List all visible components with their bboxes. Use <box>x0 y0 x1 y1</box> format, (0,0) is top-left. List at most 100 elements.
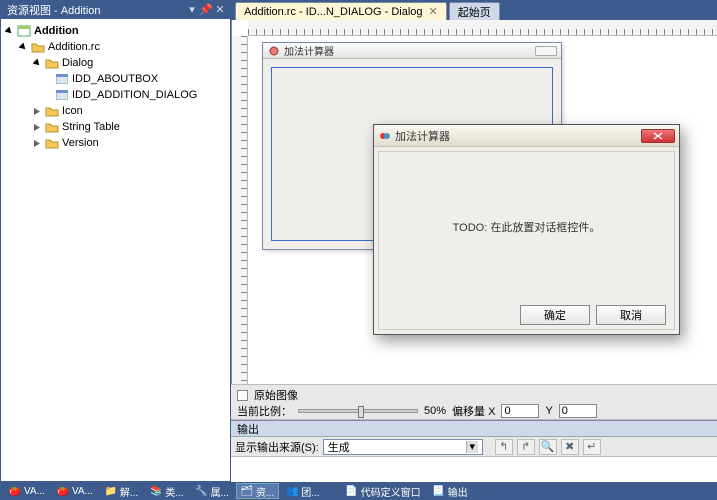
tree-twisty-icon[interactable] <box>31 121 43 133</box>
offset-x-input[interactable]: 0 <box>501 404 539 418</box>
output-source-label: 显示输出来源(S): <box>235 439 319 455</box>
chevron-down-icon[interactable]: ▾ <box>466 441 478 453</box>
tree-label: Addition.rc <box>48 41 100 53</box>
resource-view-panel: 资源视图 - Addition ▾ 📌 ✕ Addition Addition.… <box>0 0 231 482</box>
tree-twisty-icon[interactable] <box>31 57 43 69</box>
runtime-dialog-window[interactable]: 加法计算器 TODO: 在此放置对话框控件。 确定 取消 <box>373 124 680 335</box>
output-source-combobox[interactable]: 生成 ▾ <box>323 439 483 455</box>
output-prev-icon[interactable]: ↰ <box>495 439 513 455</box>
tree-label: IDD_ADDITION_DIALOG <box>72 89 197 101</box>
zoom-slider[interactable] <box>298 409 418 413</box>
close-button[interactable] <box>641 129 675 143</box>
original-image-checkbox[interactable] <box>237 390 248 401</box>
tab-label: 起始页 <box>458 4 491 20</box>
panel-close-icon[interactable]: ✕ <box>214 3 226 15</box>
output-clear-icon[interactable]: ✖ <box>561 439 579 455</box>
panel-pin-icon[interactable]: 📌 <box>200 3 212 15</box>
tree-root[interactable]: Addition <box>3 23 228 39</box>
tree-label: Dialog <box>62 57 93 69</box>
project-icon <box>17 25 31 37</box>
zoom-percent: 50% <box>424 405 446 417</box>
document-tab-strip: Addition.rc - ID...N_DIALOG - Dialog ✕ 起… <box>231 0 717 20</box>
va-icon: 🍅 <box>57 485 69 497</box>
runtime-dialog-titlebar[interactable]: 加法计算器 <box>374 125 679 147</box>
taskbar-item-resources[interactable]: 🗂资... <box>236 483 279 499</box>
output-next-icon[interactable]: ↱ <box>517 439 535 455</box>
tree-label: Addition <box>34 25 79 37</box>
code-icon: 📄 <box>346 485 358 497</box>
output-toolbar: 显示输出来源(S): 生成 ▾ ↰ ↱ 🔍 ✖ ↵ <box>231 437 717 457</box>
output-title: 输出 <box>237 421 259 437</box>
offset-y-label: Y <box>545 405 552 417</box>
tree-dialog-main[interactable]: IDD_ADDITION_DIALOG <box>3 87 228 103</box>
properties-icon: 🔧 <box>196 485 208 497</box>
offset-y-input[interactable]: 0 <box>559 404 597 418</box>
tree-twisty-icon[interactable] <box>31 105 43 117</box>
tree-twisty-icon[interactable] <box>3 25 15 37</box>
tree-twisty-icon[interactable] <box>17 41 29 53</box>
resource-view-title-bar: 资源视图 - Addition ▾ 📌 ✕ <box>1 1 230 19</box>
offset-label: 偏移量 X <box>452 403 495 419</box>
tree-dialog-about[interactable]: IDD_ABOUTBOX <box>3 71 228 87</box>
folder-icon <box>45 105 59 117</box>
resource-view-title: 资源视图 - Addition <box>7 2 101 18</box>
tree-rc[interactable]: Addition.rc <box>3 39 228 55</box>
folder-icon <box>45 137 59 149</box>
output-icon: 📃 <box>433 485 445 497</box>
panel-dropdown-icon[interactable]: ▾ <box>186 3 198 15</box>
tree-dialog-folder[interactable]: Dialog <box>3 55 228 71</box>
todo-placeholder-text: TODO: 在此放置对话框控件。 <box>379 152 674 301</box>
design-dialog-title: 加法计算器 <box>284 43 535 58</box>
tree-twisty-icon[interactable] <box>31 137 43 149</box>
tree-label: Version <box>62 137 99 149</box>
taskbar-item-code-def[interactable]: 📄代码定义窗口 <box>341 483 426 499</box>
va-icon: 🍅 <box>9 485 21 497</box>
original-image-label: 原始图像 <box>254 387 298 403</box>
output-header: 输出 <box>231 421 717 437</box>
vertical-ruler <box>232 36 248 384</box>
taskbar-item[interactable]: 🍅VA... <box>4 483 50 499</box>
min-button-icon <box>535 46 557 56</box>
dialog-icon <box>55 73 69 85</box>
tree-label: Icon <box>62 105 83 117</box>
taskbar-item[interactable]: 👥团... <box>281 483 324 499</box>
taskbar-item[interactable]: 📁解... <box>100 483 143 499</box>
runtime-dialog-title: 加法计算器 <box>395 128 641 144</box>
app-icon <box>267 45 281 57</box>
dialog-icon <box>55 89 69 101</box>
zoom-ratio-label: 当前比例： <box>237 403 292 419</box>
resources-icon: 🗂 <box>241 485 253 497</box>
tree-string-folder[interactable]: String Table <box>3 119 228 135</box>
taskbar-item-output[interactable]: 📃输出 <box>428 483 473 499</box>
zoom-status-bar: 原始图像 当前比例： 50% 偏移量 X 0 Y 0 <box>231 384 717 420</box>
tab-label: Addition.rc - ID...N_DIALOG - Dialog <box>244 6 423 18</box>
tree-version-folder[interactable]: Version <box>3 135 228 151</box>
design-dialog-titlebar: 加法计算器 <box>263 43 561 59</box>
zoom-slider-thumb[interactable] <box>358 406 364 418</box>
cancel-button[interactable]: 取消 <box>596 305 666 325</box>
output-panel: 输出 显示输出来源(S): 生成 ▾ ↰ ↱ 🔍 ✖ ↵ <box>231 420 717 482</box>
tab-close-icon[interactable]: ✕ <box>429 5 438 18</box>
tree-icon-folder[interactable]: Icon <box>3 103 228 119</box>
team-icon: 👥 <box>286 485 298 497</box>
class-icon: 📚 <box>150 485 162 497</box>
folder-icon <box>45 121 59 133</box>
bottom-tool-window-tabs: 🍅VA... 🍅VA... 📁解... 📚类... 🔧属... 🗂资... 👥团… <box>0 482 717 500</box>
ok-button[interactable]: 确定 <box>520 305 590 325</box>
output-text-area[interactable] <box>231 457 717 482</box>
folder-icon <box>31 41 45 53</box>
taskbar-item[interactable]: 🔧属... <box>191 483 234 499</box>
solution-icon: 📁 <box>105 485 117 497</box>
tree-label: String Table <box>62 121 120 133</box>
taskbar-item[interactable]: 🍅VA... <box>52 483 98 499</box>
tab-dialog-editor[interactable]: Addition.rc - ID...N_DIALOG - Dialog ✕ <box>235 2 447 20</box>
horizontal-ruler <box>248 20 717 36</box>
taskbar-item[interactable]: 📚类... <box>145 483 188 499</box>
output-source-value: 生成 <box>328 439 350 455</box>
output-wrap-icon[interactable]: ↵ <box>583 439 601 455</box>
tab-start-page[interactable]: 起始页 <box>449 2 500 20</box>
close-icon <box>653 132 663 140</box>
resource-tree[interactable]: Addition Addition.rc Dialog IDD_ABOUTBOX… <box>1 19 230 481</box>
output-find-icon[interactable]: 🔍 <box>539 439 557 455</box>
app-icon <box>378 130 392 142</box>
